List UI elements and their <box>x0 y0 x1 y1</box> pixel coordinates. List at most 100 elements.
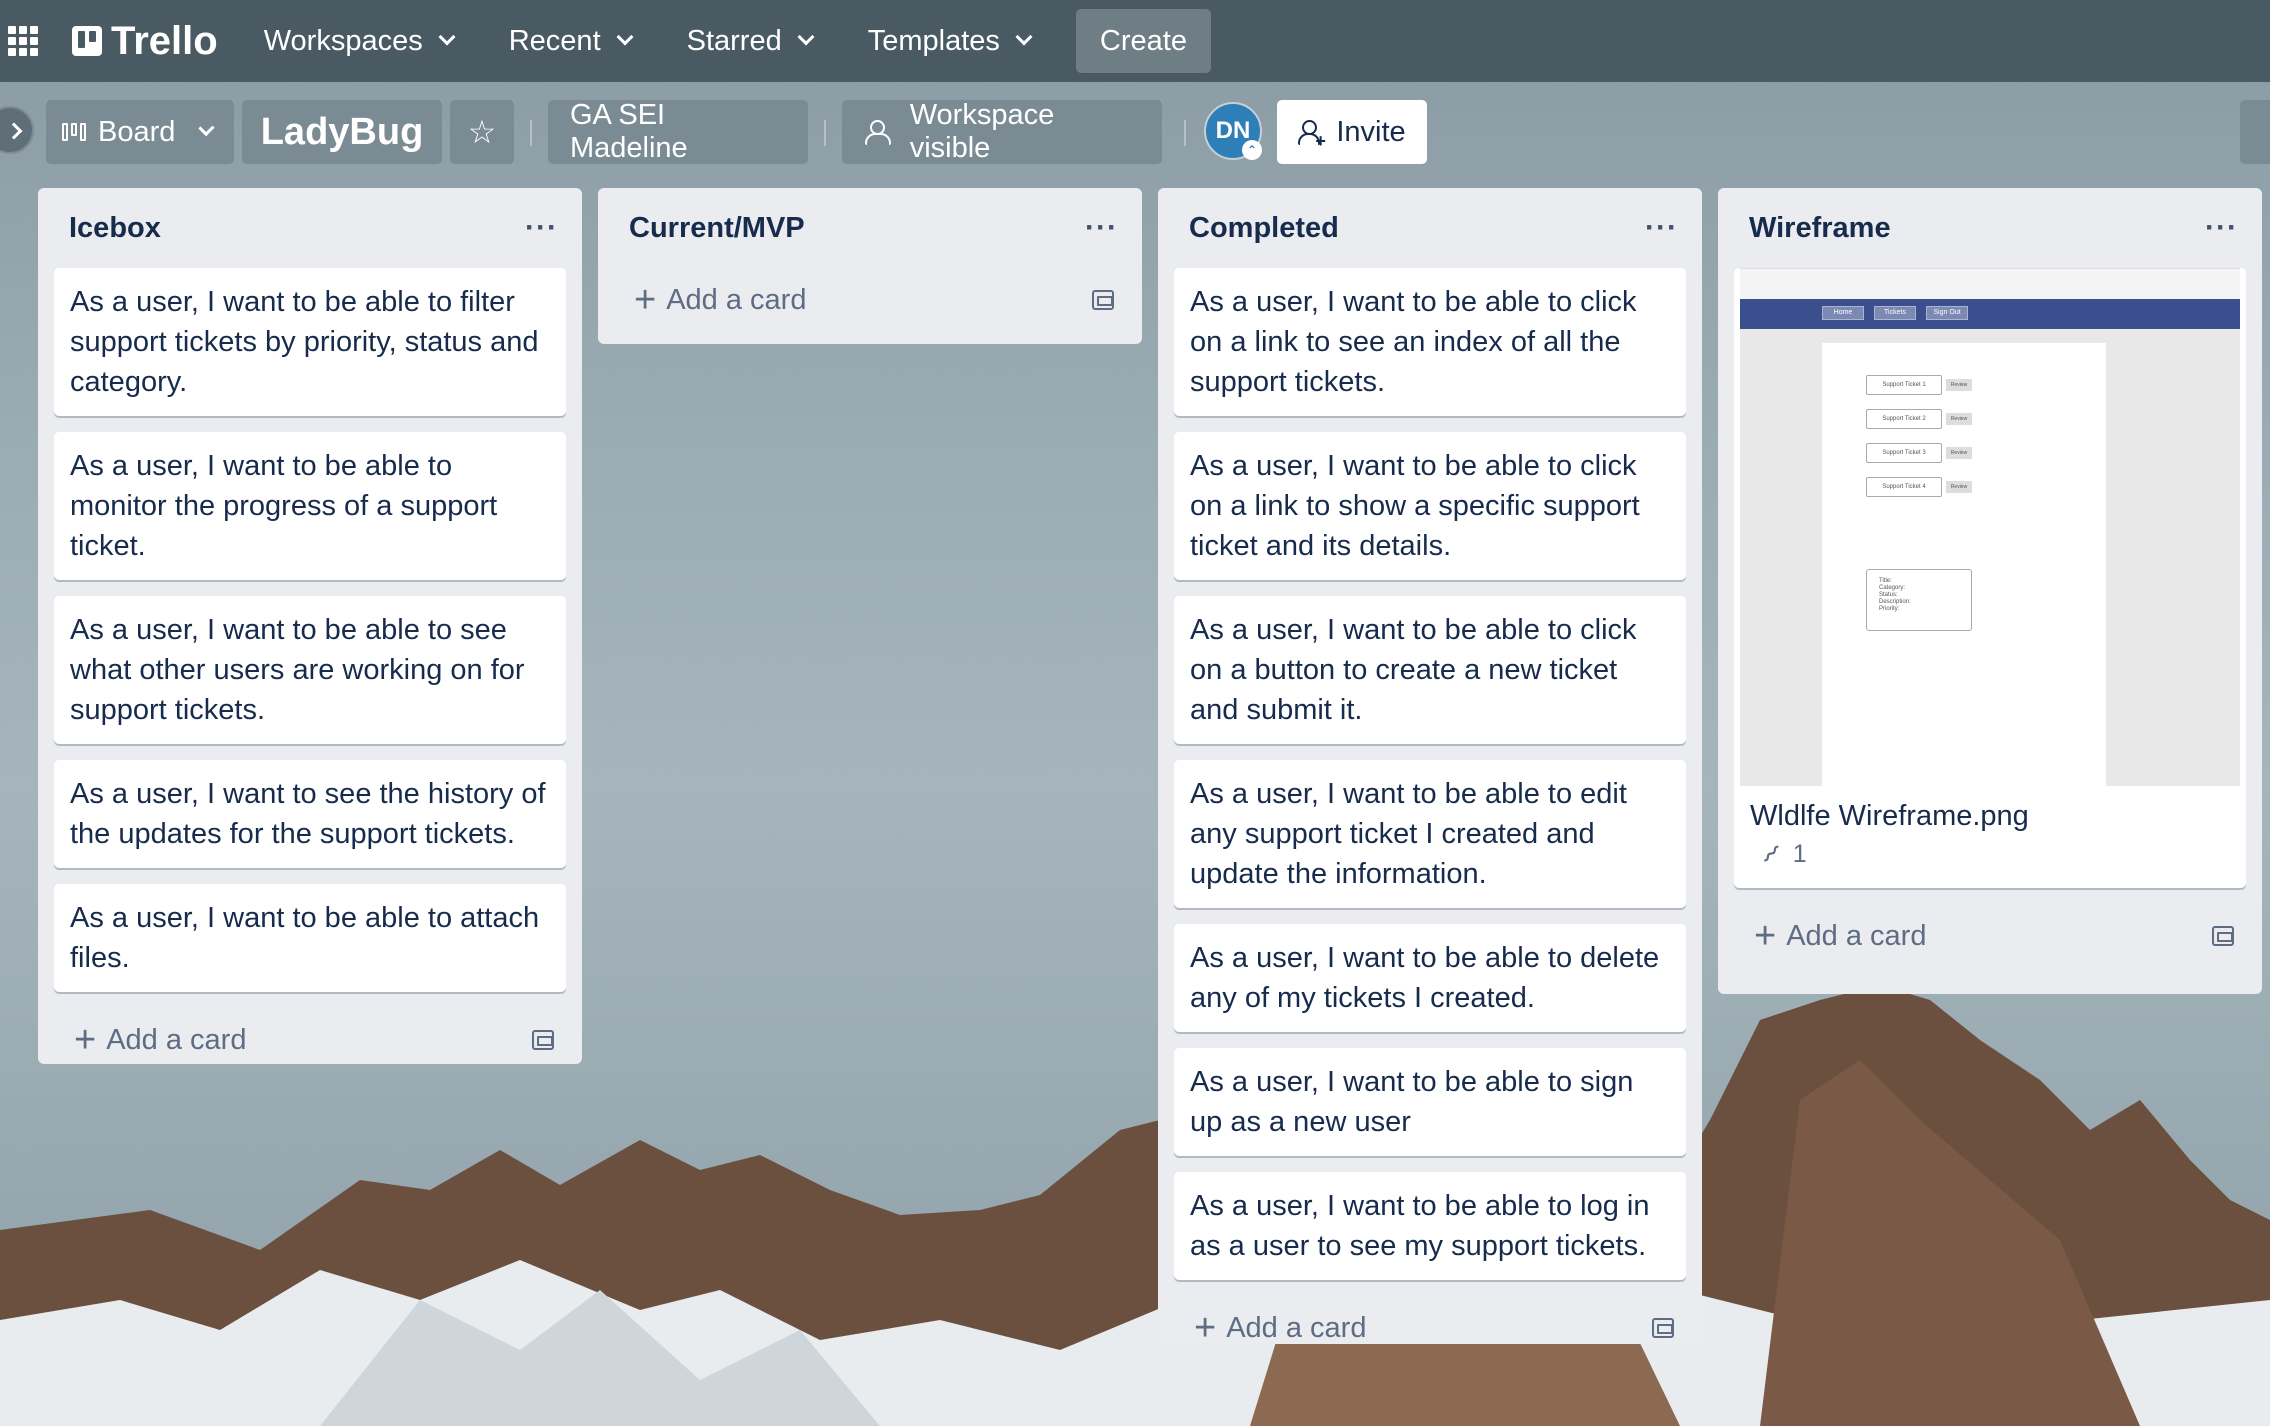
card-template-icon[interactable] <box>2212 926 2234 946</box>
chevron-down-icon <box>797 28 815 46</box>
list-card[interactable]: As a user, I want to be able to monitor … <box>54 432 566 580</box>
workspace-button[interactable]: GA SEI Madeline <box>548 99 808 164</box>
add-card-label: Add a card <box>106 1023 247 1056</box>
list-menu-icon[interactable]: ··· <box>1645 211 1678 245</box>
invite-label: Invite <box>1336 115 1406 148</box>
avatar-initials: DN <box>1215 117 1251 144</box>
nav-templates-menu[interactable]: Templates <box>852 10 1046 72</box>
top-navigation-bar: Trello Workspaces Recent Starred Templat… <box>0 0 2270 82</box>
add-card-button[interactable]: + Add a card <box>1194 1309 1366 1347</box>
attachment-card[interactable]: Home Tickets Sign Out Support Ticket 1 R… <box>1734 268 2246 888</box>
list-completed: Completed ··· As a user, I want to be ab… <box>1158 188 1702 1347</box>
chevron-down-icon <box>198 120 215 136</box>
list-header: Icebox ··· <box>38 188 582 268</box>
create-button[interactable]: Create <box>1075 9 1211 73</box>
list-title[interactable]: Current/MVP <box>629 212 805 245</box>
wireframe-nav-signout: Sign Out <box>1926 306 1968 320</box>
visibility-label: Workspace visible <box>909 99 1055 164</box>
list-card[interactable]: As a user, I want to be able to filter s… <box>54 268 566 416</box>
trello-logo[interactable]: Trello <box>72 19 218 64</box>
plus-icon: + <box>1194 1307 1217 1349</box>
star-icon: ☆ <box>467 114 497 150</box>
list-card[interactable]: As a user, I want to be able to click on… <box>1174 596 1686 744</box>
chevron-down-icon <box>438 28 456 46</box>
plus-icon: + <box>74 1019 97 1061</box>
chevron-down-icon <box>616 28 634 46</box>
attachment-count: 1 <box>1792 840 1807 868</box>
wireframe-review: Review <box>1946 481 1972 493</box>
list-card[interactable]: As a user, I want to be able to click on… <box>1174 268 1686 416</box>
wireframe-detail-box: Title: Category: Status: Description: Pr… <box>1866 569 1972 631</box>
list-card[interactable]: As a user, I want to be able to see what… <box>54 596 566 744</box>
divider <box>1184 120 1186 146</box>
list-wireframe: Wireframe ··· Home Tickets Sign Out Supp… <box>1718 188 2262 994</box>
board-header: Board LadyBug ☆ GA SEI Madeline Workspac… <box>0 82 2270 182</box>
board-title[interactable]: LadyBug <box>242 100 442 164</box>
nav-templates-label: Templates <box>867 24 1000 57</box>
visibility-button[interactable]: Workspace visible <box>842 99 1162 164</box>
card-template-icon[interactable] <box>1652 1318 1674 1338</box>
member-avatar[interactable]: DN ⌃ <box>1204 102 1262 160</box>
add-card-row: + Add a card <box>598 268 1142 332</box>
wireframe-ticket: Support Ticket 2 <box>1866 409 1942 429</box>
wireframe-review: Review <box>1946 447 1972 459</box>
list-header: Wireframe ··· <box>1718 188 2262 268</box>
list-card[interactable]: As a user, I want to see the history of … <box>54 760 566 868</box>
wireframe-ticket: Support Ticket 1 <box>1866 375 1942 395</box>
wireframe-review: Review <box>1946 413 1972 425</box>
sidebar-expand-button[interactable] <box>0 106 34 154</box>
nav-starred-menu[interactable]: Starred <box>671 10 828 72</box>
list-menu-icon[interactable]: ··· <box>525 211 558 245</box>
nav-workspaces-label: Workspaces <box>263 24 423 57</box>
card-template-icon[interactable] <box>532 1030 554 1050</box>
list-card[interactable]: As a user, I want to be able to edit any… <box>1174 760 1686 908</box>
app-switcher-icon[interactable] <box>8 26 38 56</box>
nav-workspaces-menu[interactable]: Workspaces <box>248 10 469 72</box>
board-view-switcher[interactable]: Board <box>46 100 234 164</box>
wireframe-nav-tickets: Tickets <box>1874 306 1916 320</box>
wireframe-page: Support Ticket 1 Review Support Ticket 2… <box>1822 343 2106 787</box>
list-title[interactable]: Completed <box>1189 212 1339 245</box>
add-card-label: Add a card <box>666 283 807 316</box>
add-card-button[interactable]: + Add a card <box>74 1021 246 1059</box>
card-template-icon[interactable] <box>1092 290 1114 310</box>
list-current-mvp: Current/MVP ··· + Add a card <box>598 188 1142 344</box>
invite-button[interactable]: + Invite <box>1277 100 1427 164</box>
add-card-label: Add a card <box>1786 919 1927 952</box>
card-title: Wldlfe Wireframe.png <box>1750 800 2029 832</box>
list-icebox: Icebox ··· As a user, I want to be able … <box>38 188 582 1064</box>
list-title[interactable]: Wireframe <box>1749 212 1891 245</box>
plus-icon: + <box>634 279 657 321</box>
list-card[interactable]: As a user, I want to be able to click on… <box>1174 432 1686 580</box>
nav-recent-menu[interactable]: Recent <box>493 10 647 72</box>
list-title[interactable]: Icebox <box>69 212 161 245</box>
list-header: Completed ··· <box>1158 188 1702 268</box>
trello-logo-text: Trello <box>111 18 218 63</box>
admin-badge-icon: ⌃ <box>1242 140 1262 160</box>
list-menu-icon[interactable]: ··· <box>2205 211 2238 245</box>
list-card[interactable]: As a user, I want to be able to log in a… <box>1174 1172 1686 1280</box>
add-card-row: + Add a card <box>1718 904 2262 968</box>
list-card[interactable]: As a user, I want to be able to attach f… <box>54 884 566 992</box>
wireframe-nav-home: Home <box>1822 306 1864 320</box>
plus-icon: + <box>1754 915 1777 957</box>
list-menu-icon[interactable]: ··· <box>1085 211 1118 245</box>
list-card[interactable]: As a user, I want to be able to delete a… <box>1174 924 1686 1032</box>
wireframe-ticket: Support Ticket 3 <box>1866 443 1942 463</box>
add-member-icon: + <box>1298 119 1326 150</box>
wireframe-review: Review <box>1946 379 1972 391</box>
wireframe-ticket: Support Ticket 4 <box>1866 477 1942 497</box>
list-card[interactable]: As a user, I want to be able to sign up … <box>1174 1048 1686 1156</box>
nav-starred-label: Starred <box>686 24 782 57</box>
board-view-icon <box>62 123 86 141</box>
add-card-button[interactable]: + Add a card <box>634 281 806 319</box>
divider <box>530 120 532 146</box>
list-header: Current/MVP ··· <box>598 188 1142 268</box>
workspace-visible-icon <box>864 119 891 145</box>
star-board-button[interactable]: ☆ <box>450 100 514 164</box>
board-menu-button[interactable] <box>2240 100 2270 164</box>
add-card-label: Add a card <box>1226 1311 1367 1344</box>
board-view-label: Board <box>98 115 176 148</box>
add-card-button[interactable]: + Add a card <box>1754 917 1926 955</box>
card-cover-image: Home Tickets Sign Out Support Ticket 1 R… <box>1740 268 2240 787</box>
